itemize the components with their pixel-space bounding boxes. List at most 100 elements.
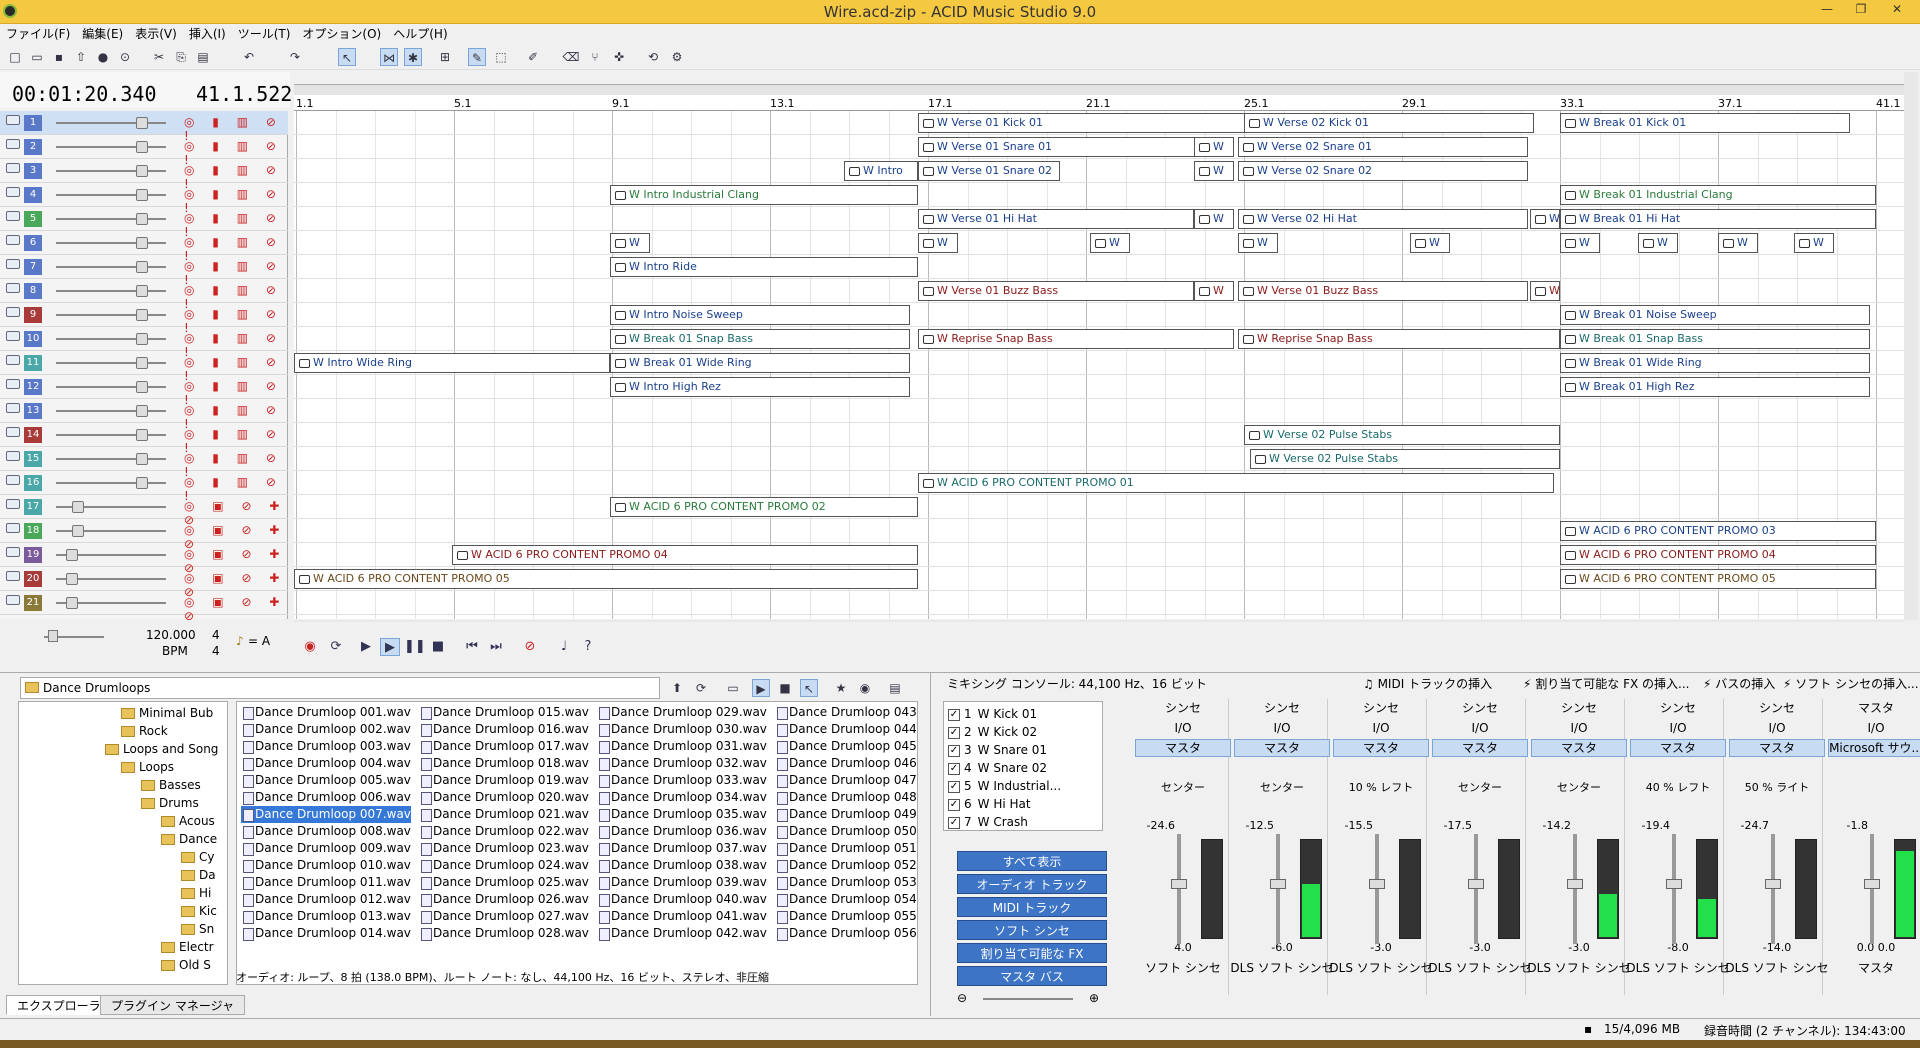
strip-fader[interactable] xyxy=(1672,834,1676,944)
strip-route[interactable]: マスタ xyxy=(1531,739,1627,757)
file-item[interactable]: Dance Drumloop 001.wav xyxy=(241,704,411,721)
settings-icon[interactable]: ⚙ xyxy=(668,48,686,66)
track-lane[interactable] xyxy=(294,159,1904,183)
strip-fader-knob[interactable] xyxy=(1270,879,1286,889)
audio-event[interactable]: W xyxy=(918,233,958,253)
track-volume-slider[interactable] xyxy=(56,386,166,388)
track-volume-slider[interactable] xyxy=(56,266,166,268)
strip-fader-knob[interactable] xyxy=(1567,879,1583,889)
file-item[interactable]: Dance Drumloop 023.wav xyxy=(419,840,589,857)
zoom-out-icon[interactable]: ⊖ xyxy=(957,991,967,1005)
track-volume-slider[interactable] xyxy=(56,338,166,340)
menu-help[interactable]: ヘルプ(H) xyxy=(387,24,453,44)
tree-folder[interactable]: Rock xyxy=(121,724,168,738)
strip-fader[interactable] xyxy=(1276,834,1280,944)
mixer-track-item[interactable]: ✓ 5 W Industrial... xyxy=(948,778,1061,795)
strip-route[interactable]: マスタ xyxy=(1630,739,1726,757)
file-item[interactable]: Dance Drumloop 036.wav xyxy=(597,823,767,840)
favorites-icon[interactable]: ★ xyxy=(832,679,850,697)
file-item[interactable]: Dance Drumloop 015.wav xyxy=(419,704,589,721)
track-header[interactable]: 5 ◎ ▮ ▥ ⊘ ! xyxy=(0,207,288,239)
audio-event[interactable]: W Verse 01 Buzz Bass xyxy=(918,281,1194,301)
menu-options[interactable]: オプション(O) xyxy=(296,24,387,44)
marker-bar[interactable] xyxy=(294,84,1904,95)
go-to-start-icon[interactable]: ⏮ xyxy=(462,638,482,656)
track-volume-knob[interactable] xyxy=(136,357,148,369)
track-lane[interactable] xyxy=(294,591,1904,615)
publish-icon[interactable]: ⇧ xyxy=(72,48,90,66)
file-item[interactable]: Dance Drumloop 037.wav xyxy=(597,840,767,857)
track-header[interactable]: 11 ◎ ▮ ▥ ⊘ ! xyxy=(0,351,288,383)
strip-fader[interactable] xyxy=(1870,834,1874,944)
file-item[interactable]: Dance Drumloop 027.wav xyxy=(419,908,589,925)
minimize-track-icon[interactable] xyxy=(6,163,20,173)
restore-icon[interactable]: ❐ xyxy=(1848,2,1874,20)
audio-event[interactable]: W Reprise Snap Bass xyxy=(1238,329,1560,349)
track-header[interactable]: 6 ◎ ▮ ▥ ⊘ ! xyxy=(0,231,288,263)
file-item[interactable]: Dance Drumloop 025.wav xyxy=(419,874,589,891)
audio-event[interactable]: W Verse 02 Hi Hat xyxy=(1238,209,1528,229)
file-item[interactable]: Dance Drumloop 049. xyxy=(775,806,917,823)
tree-folder[interactable]: Drums xyxy=(141,796,199,810)
auto-preview-icon[interactable]: ↖ xyxy=(800,679,818,697)
insert-fx-button[interactable]: ⚡ 割り当て可能な FX の挿入... xyxy=(1523,673,1689,695)
menu-tools[interactable]: ツール(T) xyxy=(232,24,297,44)
file-item[interactable]: Dance Drumloop 046. xyxy=(775,755,917,772)
minimize-track-icon[interactable] xyxy=(6,571,20,581)
refresh-icon[interactable]: ⟳ xyxy=(692,679,710,697)
minimize-track-icon[interactable] xyxy=(6,547,20,557)
file-item[interactable]: Dance Drumloop 035.wav xyxy=(597,806,767,823)
tree-folder[interactable]: Loops xyxy=(121,760,174,774)
tree-folder[interactable]: Acous xyxy=(161,814,215,828)
metronome-icon[interactable]: ♩ xyxy=(554,638,574,656)
file-item[interactable]: Dance Drumloop 013.wav xyxy=(241,908,411,925)
preview-stop-icon[interactable]: ■ xyxy=(776,679,794,697)
snap-icon[interactable]: ⊞ xyxy=(436,48,454,66)
minimize-track-icon[interactable] xyxy=(6,307,20,317)
zoom-slider[interactable] xyxy=(983,998,1073,1000)
record-preview-icon[interactable]: ◉ xyxy=(856,679,874,697)
file-item[interactable]: Dance Drumloop 020.wav xyxy=(419,789,589,806)
track-volume-slider[interactable] xyxy=(56,362,166,364)
selection-tool-icon[interactable]: ⬚ xyxy=(492,48,510,66)
audio-event[interactable]: W xyxy=(1090,233,1130,253)
audio-event[interactable]: W xyxy=(1194,209,1234,229)
mixer-track-item[interactable]: ✓ 4 W Snare 02 xyxy=(948,760,1047,777)
strip-fader-knob[interactable] xyxy=(1369,879,1385,889)
file-item[interactable]: Dance Drumloop 007.wav xyxy=(241,806,411,823)
tree-folder[interactable]: Minimal Bub xyxy=(121,706,213,720)
track-header[interactable]: 18 ◎ ▣ ⊘ ✚ ⊘ xyxy=(0,519,288,551)
new-icon[interactable]: □ xyxy=(6,48,24,66)
file-item[interactable]: Dance Drumloop 042.wav xyxy=(597,925,767,942)
open-icon[interactable]: ▭ xyxy=(28,48,46,66)
beatmapper-icon[interactable]: ✜ xyxy=(610,48,628,66)
strip-fader-knob[interactable] xyxy=(1864,879,1880,889)
audio-event[interactable]: W Verse 02 Snare 01 xyxy=(1238,137,1528,157)
minimize-track-icon[interactable] xyxy=(6,523,20,533)
pause-icon[interactable]: ❚❚ xyxy=(404,638,426,656)
strip-fader[interactable] xyxy=(1375,834,1379,944)
minimize-track-icon[interactable] xyxy=(6,187,20,197)
split-icon[interactable]: ⑂ xyxy=(586,48,604,66)
minimize-track-icon[interactable] xyxy=(6,235,20,245)
minimize-track-icon[interactable] xyxy=(6,259,20,269)
mixer-filter-button[interactable]: MIDI トラック xyxy=(957,897,1107,917)
track-header[interactable]: 21 ◎ ▣ ⊘ ✚ ⊘ xyxy=(0,591,288,623)
strip-fader[interactable] xyxy=(1474,834,1478,944)
audio-event[interactable]: W ACID 6 PRO CONTENT PROMO 03 xyxy=(1560,521,1876,541)
file-item[interactable]: Dance Drumloop 002.wav xyxy=(241,721,411,738)
file-item[interactable]: Dance Drumloop 043. xyxy=(775,704,917,721)
track-header[interactable]: 12 ◎ ▮ ▥ ⊘ ! xyxy=(0,375,288,407)
tab-plugin-manager[interactable]: プラグイン マネージャ xyxy=(100,995,245,1015)
minimize-track-icon[interactable] xyxy=(6,475,20,485)
audio-event[interactable]: W Verse 01 Hi Hat xyxy=(918,209,1194,229)
new-folder-icon[interactable]: ▭ xyxy=(724,679,742,697)
strip-fader[interactable] xyxy=(1573,834,1577,944)
timeline-vertical-scrollbar[interactable] xyxy=(1904,72,1918,620)
mixer-filter-button[interactable]: ソフト シンセ xyxy=(957,920,1107,940)
file-item[interactable]: Dance Drumloop 024.wav xyxy=(419,857,589,874)
track-volume-knob[interactable] xyxy=(72,525,84,537)
audio-event[interactable]: W xyxy=(1238,233,1278,253)
zoom-in-icon[interactable]: ⊕ xyxy=(1089,991,1099,1005)
audio-event[interactable]: W Intro High Rez xyxy=(610,377,910,397)
